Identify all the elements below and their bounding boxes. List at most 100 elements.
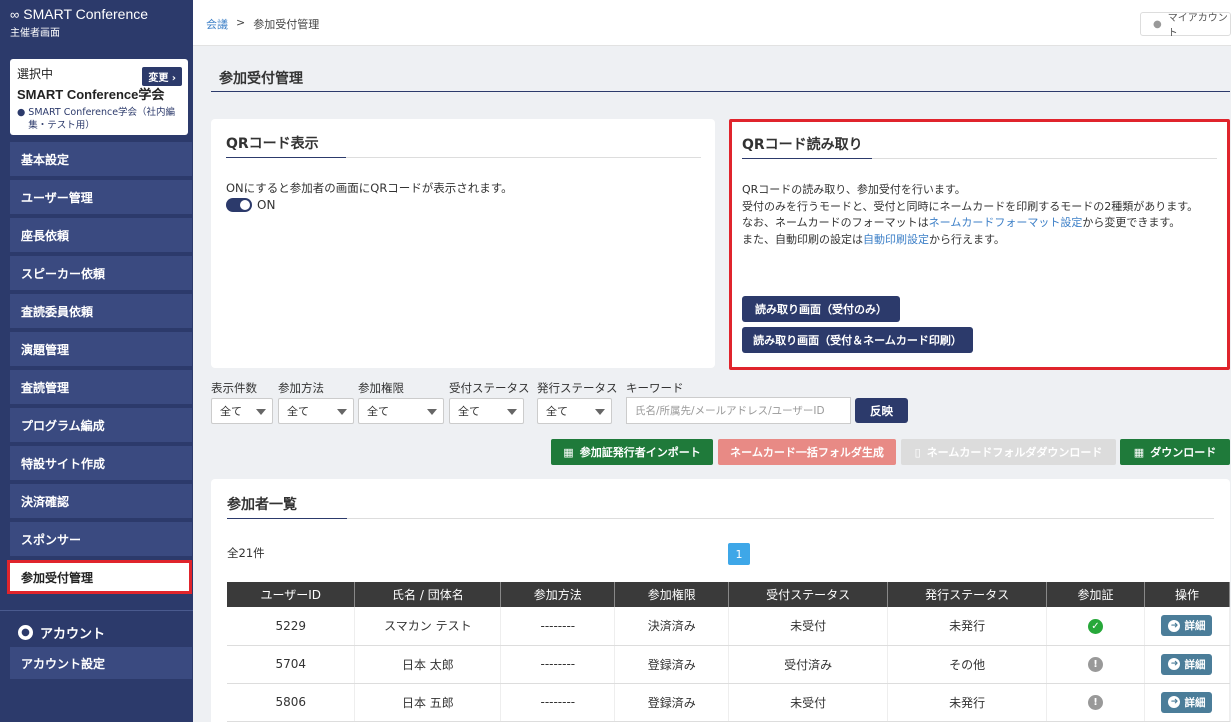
method-select[interactable]: 全て [278, 398, 354, 424]
arrow-right-icon: ➜ [1168, 696, 1181, 708]
auto-print-link[interactable]: 自動印刷設定 [863, 233, 929, 246]
brand-name[interactable]: ∞ SMART Conference [10, 6, 183, 22]
apply-button[interactable]: 反映 [855, 398, 908, 423]
cell-name: 日本 太郎 [354, 645, 502, 684]
title-divider [211, 91, 1230, 92]
column-header[interactable]: 発行ステータス [887, 582, 1048, 607]
chevron-down-icon [256, 409, 266, 415]
qr-display-line [346, 157, 701, 158]
cell-reception: 未受付 [728, 607, 889, 646]
chevron-down-icon [595, 409, 605, 415]
cell-user-id: 5229 [227, 607, 356, 646]
cell-action: ➜ 詳細 [1144, 683, 1231, 722]
sidebar-item-speaker-request[interactable]: スピーカー依頼 [10, 256, 192, 290]
sidebar-item-reviewer-request[interactable]: 査読委員依頼 [10, 294, 192, 328]
column-header[interactable]: 受付ステータス [728, 582, 889, 607]
change-button[interactable]: 変更 › [142, 67, 182, 86]
chevron-down-icon [427, 409, 437, 415]
reader-reception-print-button[interactable]: 読み取り画面（受付＆ネームカード印刷） [742, 327, 973, 353]
page-title: 参加受付管理 [219, 71, 303, 87]
cell-permission: 登録済み [614, 683, 730, 722]
account-heading: ● アカウント [18, 623, 105, 642]
detail-button[interactable]: ➜ 詳細 [1161, 691, 1213, 713]
sidebar-item-payment[interactable]: 決済確認 [10, 484, 192, 518]
qr-read-line [872, 158, 1217, 159]
sidebar-item-sponsor[interactable]: スポンサー [10, 522, 192, 556]
qr-read-title: QRコード読み取り [742, 137, 863, 153]
breadcrumb-current: 参加受付管理 [253, 18, 320, 31]
name-card-format-link[interactable]: ネームカードフォーマット設定 [929, 216, 1083, 229]
qr-read-card: QRコード読み取り QRコードの読み取り、参加受付を行います。 受付のみを行うモ… [729, 119, 1230, 370]
column-header[interactable]: 参加証 [1046, 582, 1145, 607]
cell-issue: 未発行 [887, 683, 1048, 722]
participant-table: ユーザーID 氏名 / 団体名 参加方法 参加権限 受付ステータス 発行ステータ… [227, 582, 1231, 722]
selected-name: SMART Conference学会 [17, 87, 165, 102]
filter-label-keyword: キーワード [626, 381, 684, 395]
sidebar-nav: 基本設定 ユーザー管理 座長依頼 スピーカー依頼 査読委員依頼 演題管理 査読管… [7, 142, 192, 598]
selected-org: ● SMART Conference学会（社内編集・テスト用） [17, 107, 176, 131]
bulk-folder-button[interactable]: ネームカード一括フォルダ生成 [718, 439, 896, 465]
qr-display-card: QRコード表示 ONにすると参加者の画面にQRコードが表示されます。 ON [211, 119, 715, 368]
cell-action: ➜ 詳細 [1144, 645, 1231, 684]
column-header[interactable]: ユーザーID [227, 582, 356, 607]
toggle-switch[interactable] [226, 198, 252, 212]
arrow-right-icon: ➜ [1168, 658, 1181, 670]
user-icon: ● [17, 107, 26, 118]
cell-method: -------- [500, 607, 616, 646]
my-account-button[interactable]: ● マイアカウント [1140, 12, 1231, 39]
column-header[interactable]: 氏名 / 団体名 [354, 582, 502, 607]
sidebar-divider [0, 610, 193, 611]
table-icon: ▦ [563, 445, 574, 459]
detail-button[interactable]: ➜ 詳細 [1161, 615, 1213, 637]
topbar: 会議 > 参加受付管理 ● マイアカウント [193, 0, 1231, 46]
column-header[interactable]: 参加方法 [500, 582, 616, 607]
cell-reception: 受付済み [728, 645, 889, 684]
column-header[interactable]: 参加権限 [614, 582, 730, 607]
logo-icon: ∞ [10, 6, 20, 22]
list-title-rule [227, 518, 347, 519]
reception-select[interactable]: 全て [449, 398, 524, 424]
cell-badge: ! [1046, 645, 1145, 684]
count-select[interactable]: 全て [211, 398, 273, 424]
keyword-input[interactable]: 氏名/所属先/メールアドレス/ユーザーID [626, 397, 851, 424]
sidebar-item-program[interactable]: プログラム編成 [10, 408, 192, 442]
qr-display-toggle[interactable]: ON [226, 198, 275, 212]
cell-reception: 未受付 [728, 683, 889, 722]
download-button[interactable]: ▦ ダウンロード [1120, 439, 1230, 465]
page-number[interactable]: 1 [728, 543, 750, 565]
sidebar-item-review-management[interactable]: 査読管理 [10, 370, 192, 404]
filter-label-reception: 受付ステータス [449, 381, 530, 395]
sidebar-item-account-settings[interactable]: アカウント設定 [10, 647, 192, 679]
cell-method: -------- [500, 683, 616, 722]
sidebar-item-user-management[interactable]: ユーザー管理 [10, 180, 192, 214]
cell-name: スマカン テスト [354, 607, 502, 646]
sidebar-item-special-site[interactable]: 特設サイト作成 [10, 446, 192, 480]
permission-select[interactable]: 全て [358, 398, 444, 424]
qr-display-description: ONにすると参加者の画面にQRコードが表示されます。 [226, 181, 513, 195]
cell-name: 日本 五郎 [354, 683, 502, 722]
qr-display-title-rule [226, 157, 346, 158]
cell-permission: 決済済み [614, 607, 730, 646]
sidebar-item-chair-request[interactable]: 座長依頼 [10, 218, 192, 252]
breadcrumb-separator: > [236, 16, 246, 29]
cell-issue: 未発行 [887, 607, 1048, 646]
table-row: 5229 スマカン テスト -------- 決済済み 未受付 未発行 ✓ ➜ 詳… [227, 607, 1231, 646]
breadcrumb: 会議 > 参加受付管理 [206, 16, 319, 32]
column-header: 操作 [1144, 582, 1231, 607]
issue-select[interactable]: 全て [537, 398, 612, 424]
sidebar-item-abstract-management[interactable]: 演題管理 [10, 332, 192, 366]
table-icon: ▦ [1133, 445, 1145, 459]
sidebar-item-basic-settings[interactable]: 基本設定 [10, 142, 192, 176]
cell-badge: ✓ [1046, 607, 1145, 646]
reader-reception-only-button[interactable]: 読み取り画面（受付のみ） [742, 296, 900, 322]
import-button[interactable]: ▦ 参加証発行者インポート [551, 439, 713, 465]
sidebar-item-reception[interactable]: 参加受付管理 [7, 560, 192, 594]
filter-label-issue: 発行ステータス [537, 381, 618, 395]
table-row: 5704 日本 太郎 -------- 登録済み 受付済み その他 ! ➜ 詳細 [227, 645, 1231, 684]
breadcrumb-root[interactable]: 会議 [206, 16, 228, 32]
detail-button[interactable]: ➜ 詳細 [1161, 653, 1213, 675]
chevron-down-icon [337, 409, 347, 415]
cell-action: ➜ 詳細 [1144, 607, 1231, 646]
folder-download-button[interactable]: ▯ ネームカードフォルダダウンロード [901, 439, 1116, 465]
exclamation-icon: ! [1088, 695, 1103, 710]
